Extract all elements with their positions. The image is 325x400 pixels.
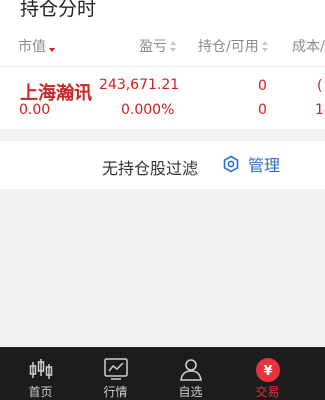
chart-screen-icon [103,358,128,380]
manage-label: 管理 [248,156,281,175]
empty-content-area [0,189,325,347]
tab-trade[interactable]: ¥ 交易 [227,347,308,400]
table-row[interactable]: 上海瀚讯 243,671.21 0.00 0.000% 0 0 ( 14 [0,67,325,129]
top-bar: 持仓分时 [0,0,325,28]
pnl-percent: 0.000% [121,102,175,118]
header-pnl[interactable]: 盈亏 [139,38,177,56]
page-title: 持仓分时 [20,0,97,20]
candlestick-icon [29,359,52,379]
header-cost[interactable]: 成本/ [292,38,325,56]
table-header: 市值 盈亏 持仓/可用 成本/ [0,28,325,67]
market-value: 243,671.21 [99,77,180,93]
sort-desc-icon [49,41,56,53]
pnl-value: 0.00 [19,102,51,118]
header-cost-label: 成本/ [292,39,325,55]
tab-watchlist[interactable]: 自选 [150,347,231,400]
cost-price: 14 [315,102,325,118]
filter-bar: 无持仓股过滤 管理 [0,141,325,189]
tab-home[interactable]: 首页 [0,347,81,400]
header-market-value[interactable]: 市值 [18,38,56,56]
sort-icon [170,41,177,53]
header-market-value-label: 市值 [18,39,46,55]
position-value: 0 [258,78,267,94]
cost-value: ( [317,78,323,94]
available-value: 0 [258,102,267,118]
yen-icon: ¥ [255,358,280,382]
bottom-tab-bar: 首页 行情 自选 ¥ 交易 [0,347,325,400]
svg-text:¥: ¥ [263,364,272,379]
tab-trade-label: 交易 [255,385,280,399]
manage-button[interactable]: 管理 [222,153,280,175]
tab-home-label: 首页 [28,385,53,399]
tab-watchlist-label: 自选 [178,385,203,399]
tab-market[interactable]: 行情 [75,347,156,400]
no-position-filter-label: 无持仓股过滤 [102,159,199,178]
header-pnl-label: 盈亏 [139,39,167,55]
tab-market-label: 行情 [103,385,128,399]
header-position-label: 持仓/可用 [198,39,259,55]
user-icon [179,359,202,381]
sort-icon [261,41,269,53]
header-position[interactable]: 持仓/可用 [198,38,269,56]
settings-hex-icon [223,155,239,173]
